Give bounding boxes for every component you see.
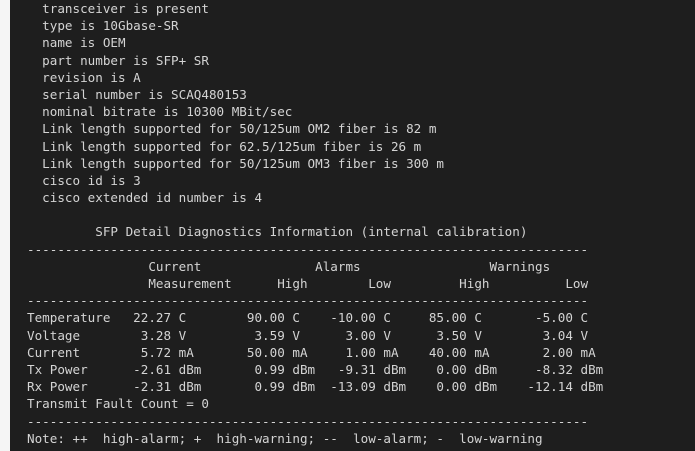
line-name: name is OEM xyxy=(27,35,126,51)
line-part-number: part number is SFP+ SR xyxy=(27,52,209,68)
terminal-lines: transceiver is present type is 10Gbase-S… xyxy=(27,0,603,447)
line-serial-number: serial number is SCAQ480153 xyxy=(27,86,247,102)
line-revision: revision is A xyxy=(27,69,141,85)
left-margin xyxy=(0,0,10,451)
table-row-temperature: Temperature 22.27 C 90.00 C -10.00 C 85.… xyxy=(27,310,589,326)
separator-header: ----------------------------------------… xyxy=(27,293,589,309)
diagnostics-title: SFP Detail Diagnostics Information (inte… xyxy=(27,224,528,240)
line-link-length-62-5: Link length supported for 62.5/125um fib… xyxy=(27,138,422,154)
line-blank xyxy=(27,206,603,223)
line-transceiver-present: transceiver is present xyxy=(27,1,209,16)
transmit-fault-count: Transmit Fault Count = 0 xyxy=(27,396,209,412)
table-row-voltage: Voltage 3.28 V 3.59 V 3.00 V 3.50 V 3.04… xyxy=(27,327,589,343)
line-cisco-extended-id: cisco extended id number is 4 xyxy=(27,190,263,206)
table-row-tx-power: Tx Power -2.61 dBm 0.99 dBm -9.31 dBm 0.… xyxy=(27,361,604,377)
separator-bottom: ----------------------------------------… xyxy=(27,413,589,429)
line-nominal-bitrate: nominal bitrate is 10300 MBit/sec xyxy=(27,104,293,120)
terminal-output[interactable]: transceiver is present type is 10Gbase-S… xyxy=(10,0,695,451)
separator-top: ----------------------------------------… xyxy=(27,241,589,257)
legend-note: Note: ++ high-alarm; + high-warning; -- … xyxy=(27,430,543,446)
line-cisco-id: cisco id is 3 xyxy=(27,172,141,188)
table-row-current: Current 5.72 mA 50.00 mA 1.00 mA 40.00 m… xyxy=(27,344,596,360)
line-link-length-om2: Link length supported for 50/125um OM2 f… xyxy=(27,121,437,137)
line-type: type is 10Gbase-SR xyxy=(27,18,179,34)
table-header-row-1: Current Alarms Warnings xyxy=(27,258,551,274)
line-link-length-om3: Link length supported for 50/125um OM3 f… xyxy=(27,155,445,171)
table-row-rx-power: Rx Power -2.31 dBm 0.99 dBm -13.09 dBm 0… xyxy=(27,379,604,395)
table-header-row-2: Measurement High Low High Low xyxy=(27,276,589,291)
